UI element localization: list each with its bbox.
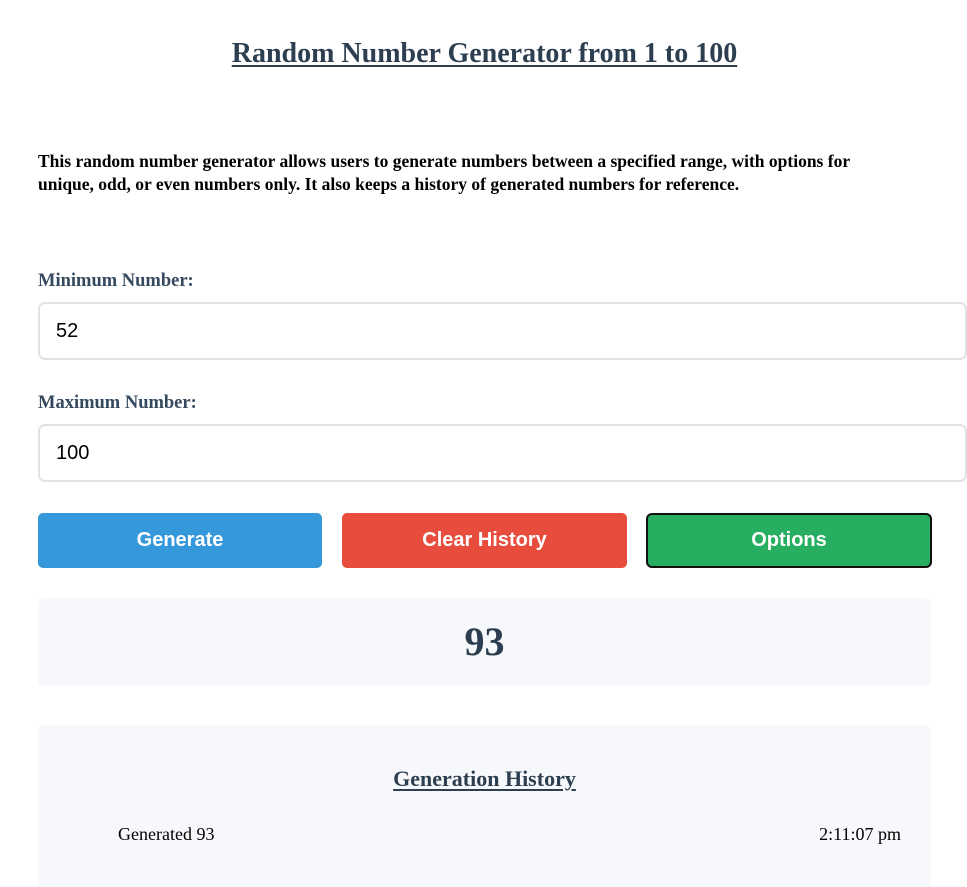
clear-history-button[interactable]: Clear History — [342, 513, 627, 568]
result-number: 93 — [464, 619, 505, 664]
history-panel: Generation History Generated 93 2:11:07 … — [38, 725, 931, 887]
options-button[interactable]: Options — [646, 513, 932, 568]
generate-button[interactable]: Generate — [38, 513, 322, 568]
maximum-number-label: Maximum Number: — [38, 393, 197, 413]
history-title: Generation History — [393, 766, 576, 791]
page-title: Random Number Generator from 1 to 100 — [231, 38, 738, 69]
minimum-number-input[interactable] — [38, 302, 967, 360]
history-entry-text: Generated 93 — [118, 824, 215, 844]
minimum-number-label: Minimum Number: — [38, 271, 194, 291]
history-entry: Generated 93 2:11:07 pm — [118, 822, 901, 846]
maximum-number-input[interactable] — [38, 424, 967, 482]
history-entry-time: 2:11:07 pm — [819, 824, 901, 844]
result-panel: 93 — [38, 598, 931, 686]
description-text: This random number generator allows user… — [38, 151, 850, 194]
